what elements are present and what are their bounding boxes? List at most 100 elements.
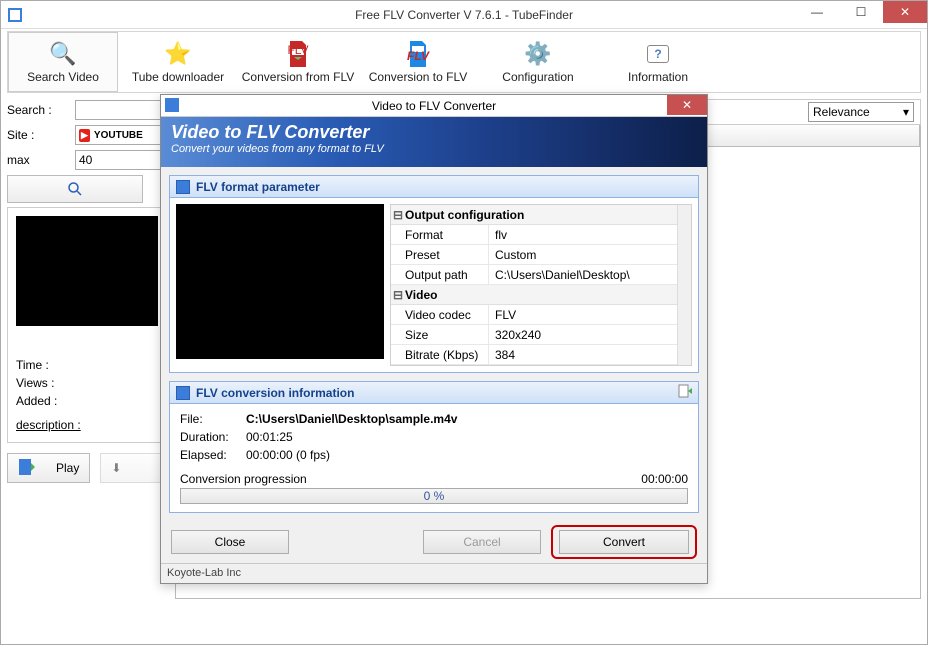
dialog-banner: Video to FLV Converter Convert your vide… [161, 117, 707, 167]
conversion-panel-title: FLV conversion information [196, 386, 354, 400]
elapsed-label: Elapsed: [180, 448, 246, 466]
tool-search-video[interactable]: 🔍 Search Video [8, 32, 118, 92]
close-button[interactable]: ✕ [883, 1, 927, 23]
document-icon [176, 386, 190, 400]
export-icon[interactable] [678, 384, 692, 401]
tool-label: Search Video [27, 70, 99, 84]
svg-text:FLV: FLV [407, 49, 430, 63]
file-label: File: [180, 412, 246, 430]
max-input[interactable]: 40 [75, 150, 167, 170]
chevron-down-icon: ▾ [903, 105, 909, 119]
dialog-close-button[interactable]: ✕ [667, 95, 707, 115]
meta-added: Added : [16, 392, 158, 410]
search-panel: Search : Site : ▶ YOUTUBE max 40 Time : [7, 99, 167, 599]
download-icon: ⬇ [111, 461, 121, 475]
close-dialog-button[interactable]: Close [171, 530, 289, 554]
max-label: max [7, 153, 75, 167]
search-input[interactable] [75, 100, 167, 120]
search-go-icon [66, 180, 84, 198]
tool-conversion-from-flv[interactable]: FLV Conversion from FLV [238, 32, 358, 92]
flv-from-icon: FLV [284, 40, 312, 68]
window-controls: — ☐ ✕ [795, 1, 927, 23]
format-preview [176, 204, 384, 359]
dialog-titlebar: Video to FLV Converter ✕ [161, 95, 707, 117]
tool-label: Conversion to FLV [369, 70, 468, 84]
prop-val[interactable]: flv [489, 225, 677, 244]
duration-label: Duration: [180, 430, 246, 448]
meta-time: Time : [16, 356, 158, 374]
tool-configuration[interactable]: ⚙️ Configuration [478, 32, 598, 92]
tool-label: Tube downloader [132, 70, 224, 84]
help-icon: ? [644, 40, 672, 68]
app-icon [7, 7, 23, 23]
search-label: Search : [7, 103, 75, 117]
tool-tube-downloader[interactable]: ⭐ Tube downloader [118, 32, 238, 92]
gear-icon: ⚙️ [524, 40, 552, 68]
meta-views: Views : [16, 374, 158, 392]
progress-label: Conversion progression [180, 472, 307, 486]
tool-conversion-to-flv[interactable]: FLV Conversion to FLV [358, 32, 478, 92]
prop-val[interactable]: Custom [489, 245, 677, 264]
convert-button[interactable]: Convert [559, 530, 689, 554]
tool-label: Conversion from FLV [242, 70, 354, 84]
prop-key: Size [391, 325, 489, 344]
conversion-panel-header: FLV conversion information [170, 382, 698, 404]
search-button[interactable] [7, 175, 143, 203]
file-value: C:\Users\Daniel\Desktop\sample.m4v [246, 412, 457, 430]
collapse-icon[interactable]: ⊟ [391, 288, 405, 302]
progress-bar: 0 % [180, 488, 688, 504]
tool-label: Configuration [502, 70, 573, 84]
site-select[interactable]: ▶ YOUTUBE [75, 125, 167, 145]
banner-subtitle: Convert your videos from any format to F… [171, 143, 697, 155]
sort-select[interactable]: Relevance ▾ [808, 102, 914, 122]
tool-label: Information [628, 70, 688, 84]
magnifier-icon: 🔍 [49, 40, 77, 68]
section-video: Video [405, 288, 437, 302]
description-link[interactable]: description : [16, 416, 158, 434]
prop-key: Format [391, 225, 489, 244]
conversion-panel: FLV conversion information File:C:\Users… [169, 381, 699, 513]
prop-key: Video codec [391, 305, 489, 324]
dialog-title: Video to FLV Converter [372, 99, 496, 113]
prop-val[interactable]: FLV [489, 305, 677, 324]
flv-to-icon: FLV [404, 40, 432, 68]
collapse-icon[interactable]: ⊟ [391, 208, 405, 222]
dialog-buttons: Close Cancel Convert [161, 521, 707, 561]
play-button[interactable]: Play [7, 453, 90, 483]
property-grid[interactable]: ⊟Output configuration Formatflv PresetCu… [390, 204, 692, 366]
progress-pct: 0 % [424, 489, 445, 503]
section-output: Output configuration [405, 208, 524, 222]
window-title: Free FLV Converter V 7.6.1 - TubeFinder [355, 8, 573, 22]
video-thumbnail [16, 216, 158, 326]
sort-label: Relevance [813, 105, 870, 119]
converter-dialog: Video to FLV Converter ✕ Video to FLV Co… [160, 94, 708, 584]
site-label: Site : [7, 128, 75, 142]
action-bar: Play ⬇ [7, 453, 167, 483]
prop-key: Bitrate (Kbps) [391, 345, 489, 364]
download-button[interactable]: ⬇ [100, 453, 167, 483]
youtube-icon: ▶ [79, 129, 90, 142]
tool-information[interactable]: ? Information [598, 32, 718, 92]
prop-val[interactable]: C:\Users\Daniel\Desktop\ [489, 265, 677, 284]
cancel-button[interactable]: Cancel [423, 530, 541, 554]
duration-value: 00:01:25 [246, 430, 293, 448]
dialog-icon [165, 98, 179, 112]
progress-time: 00:00:00 [641, 472, 688, 486]
main-window: Free FLV Converter V 7.6.1 - TubeFinder … [0, 0, 928, 645]
maximize-button[interactable]: ☐ [839, 1, 883, 23]
format-panel: FLV format parameter ⊟Output configurati… [169, 175, 699, 373]
video-preview-panel: Time : Views : Added : description : [7, 207, 167, 443]
prop-key: Preset [391, 245, 489, 264]
prop-val[interactable]: 384 [489, 345, 677, 364]
play-icon [18, 458, 36, 479]
scrollbar[interactable] [677, 205, 691, 365]
minimize-button[interactable]: — [795, 1, 839, 23]
elapsed-value: 00:00:00 (0 fps) [246, 448, 330, 466]
titlebar: Free FLV Converter V 7.6.1 - TubeFinder … [1, 1, 927, 29]
prop-key: Output path [391, 265, 489, 284]
site-value: YOUTUBE [94, 130, 143, 141]
toolbar: 🔍 Search Video ⭐ Tube downloader FLV Con… [7, 31, 921, 93]
play-label: Play [56, 461, 79, 475]
prop-val[interactable]: 320x240 [489, 325, 677, 344]
format-panel-header: FLV format parameter [170, 176, 698, 198]
